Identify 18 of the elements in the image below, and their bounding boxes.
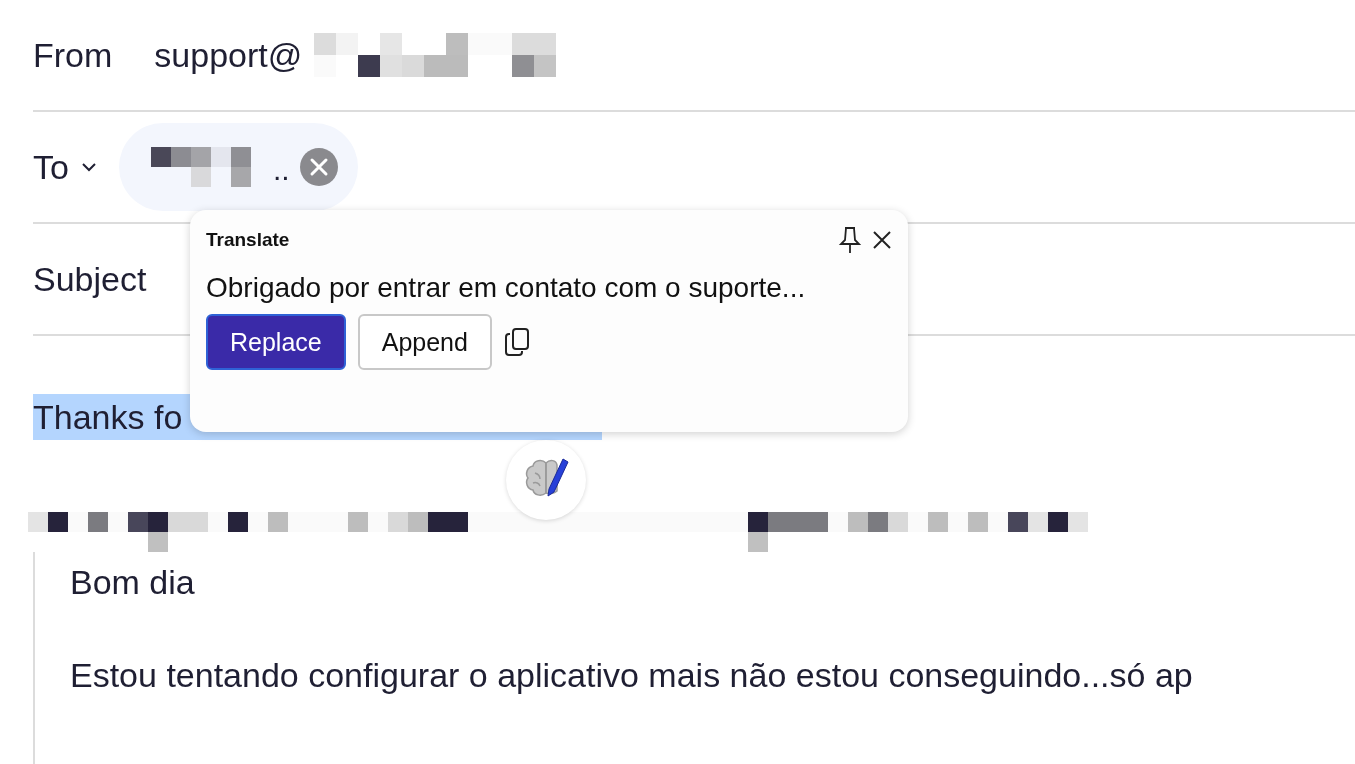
remove-icon[interactable] xyxy=(299,148,338,186)
translation-text: Obrigado por entrar em contato com o suporte... xyxy=(206,271,806,305)
pin-icon[interactable] xyxy=(838,226,862,254)
replace-button[interactable]: Replace xyxy=(206,314,346,370)
recipient-chip[interactable]: .. xyxy=(118,123,358,211)
quote-line: Bom dia xyxy=(70,562,196,602)
popup-title: Translate xyxy=(206,229,290,251)
subject-label: Subject xyxy=(33,262,147,296)
close-icon[interactable] xyxy=(872,230,892,250)
copy-icon[interactable] xyxy=(503,327,530,357)
quote-line: Estou tentando configurar o aplicativo mais não estou conseguindo...só ap xyxy=(70,655,1194,695)
append-button[interactable]: Append xyxy=(357,314,492,370)
recipient-ellipsis: .. xyxy=(272,155,290,185)
to-label[interactable]: To xyxy=(33,150,69,184)
from-label: From xyxy=(33,38,113,72)
chevron-down-icon[interactable] xyxy=(80,162,97,172)
assistant-button[interactable] xyxy=(506,440,586,520)
sender-address: support@ xyxy=(154,38,303,72)
